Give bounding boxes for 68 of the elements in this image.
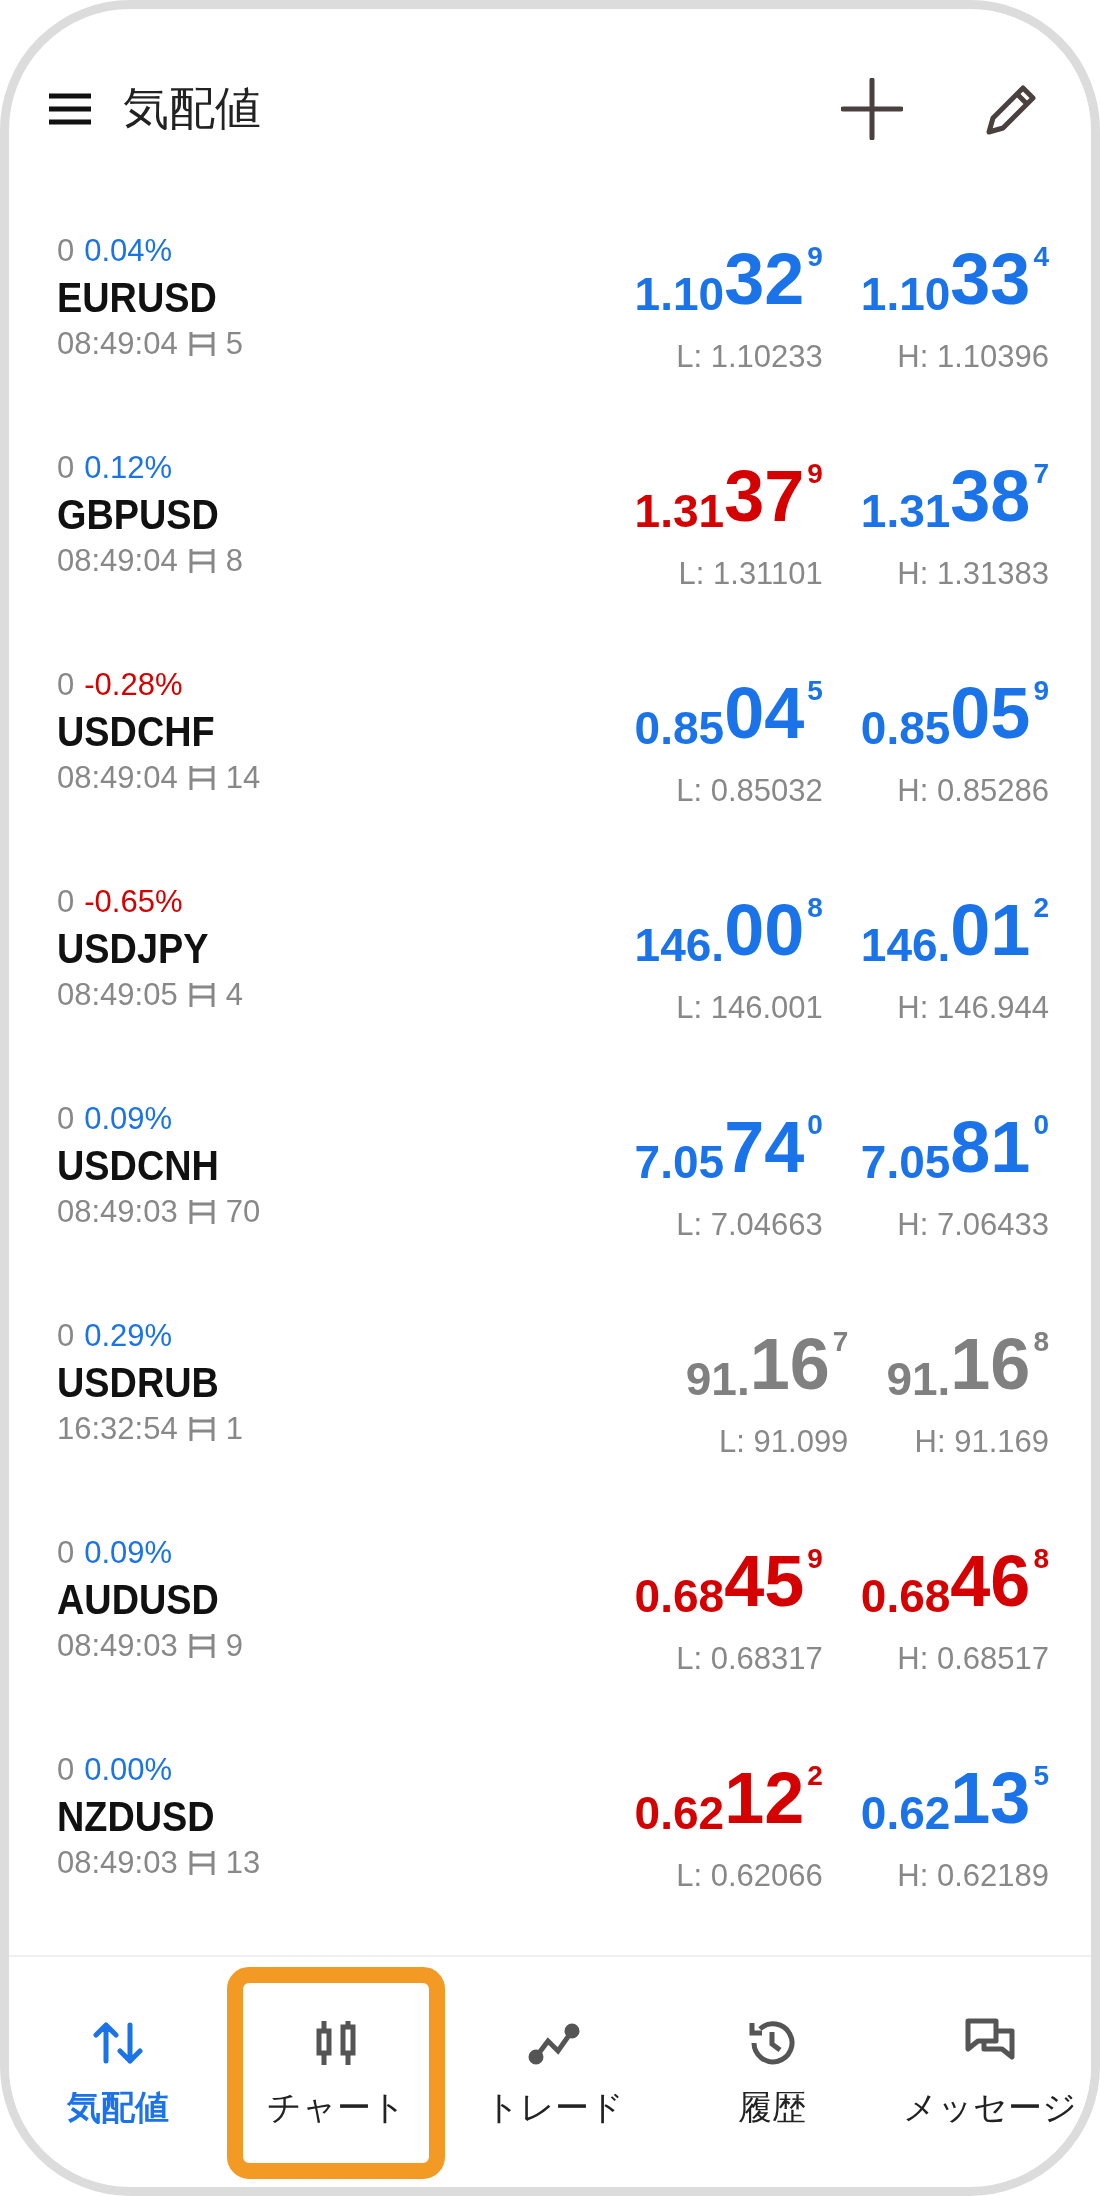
symbol-name: NZDUSD — [57, 1792, 216, 1841]
spread-value: 8 — [225, 543, 243, 579]
high-price: H: 0.68517 — [897, 1641, 1049, 1677]
quote-time: 08:49:03 — [57, 1194, 178, 1230]
quote-time: 08:49:04 — [57, 760, 178, 796]
change-percent: 0.09% — [84, 1535, 173, 1571]
change-percent: 0.09% — [84, 1101, 173, 1137]
add-icon[interactable] — [841, 78, 903, 140]
symbol-name: USDCHF — [57, 707, 216, 756]
spread-value: 5 — [225, 326, 243, 362]
high-price: H: 7.06433 — [897, 1207, 1049, 1243]
change-percent: -0.28% — [84, 667, 183, 703]
high-price: H: 91.169 — [914, 1424, 1049, 1460]
symbol-name: USDJPY — [57, 924, 210, 973]
screen-title: 気配値 — [123, 81, 262, 136]
change-value: 0 — [57, 233, 75, 269]
symbol-name: AUDUSD — [57, 1575, 220, 1624]
change-value: 0 — [57, 667, 75, 703]
low-price: L: 7.04663 — [676, 1207, 823, 1243]
change-value: 0 — [57, 450, 75, 486]
spread-value: 70 — [225, 1194, 261, 1230]
nav-tab[interactable]: チャート — [227, 1967, 445, 2179]
spread-icon — [187, 1848, 216, 1878]
spread-value: 4 — [225, 977, 243, 1013]
change-percent: 0.00% — [84, 1752, 173, 1788]
high-price: H: 1.31383 — [897, 556, 1049, 592]
low-price: L: 0.85032 — [676, 773, 823, 809]
spread-icon — [187, 980, 216, 1010]
change-value: 0 — [57, 1318, 75, 1354]
low-price: L: 1.31101 — [678, 556, 823, 592]
symbol-name: EURUSD — [57, 273, 218, 322]
high-price: H: 146.944 — [897, 990, 1049, 1026]
high-price: H: 1.10396 — [897, 339, 1049, 375]
high-price: H: 0.62189 — [897, 1858, 1049, 1894]
spread-icon — [187, 546, 216, 576]
change-percent: 0.12% — [84, 450, 173, 486]
change-value: 0 — [57, 1752, 75, 1788]
low-price: L: 91.099 — [719, 1424, 849, 1460]
change-percent: 0.04% — [84, 233, 173, 269]
symbol-name: USDCNH — [57, 1141, 220, 1190]
menu-icon[interactable] — [49, 93, 91, 125]
symbol-name: GBPUSD — [57, 490, 220, 539]
spread-value: 1 — [225, 1411, 243, 1447]
quote-time: 08:49:03 — [57, 1845, 178, 1881]
symbol-name: USDRUB — [57, 1358, 220, 1407]
high-price: H: 0.85286 — [897, 773, 1049, 809]
quote-time: 08:49:05 — [57, 977, 178, 1013]
low-price: L: 1.10233 — [676, 339, 823, 375]
change-percent: 0.29% — [84, 1318, 173, 1354]
spread-value: 9 — [225, 1628, 243, 1664]
low-price: L: 146.001 — [676, 990, 823, 1026]
change-value: 0 — [57, 884, 75, 920]
spread-value: 13 — [225, 1845, 261, 1881]
quote-time: 16:32:54 — [57, 1411, 178, 1447]
spread-icon — [187, 329, 216, 359]
spread-icon — [187, 1631, 216, 1661]
change-value: 0 — [57, 1101, 75, 1137]
quote-time: 08:49:04 — [57, 543, 178, 579]
spread-icon — [187, 1414, 216, 1444]
low-price: L: 0.68317 — [676, 1641, 823, 1677]
change-percent: -0.65% — [84, 884, 183, 920]
low-price: L: 0.62066 — [676, 1858, 823, 1894]
spread-icon — [187, 1197, 216, 1227]
change-value: 0 — [57, 1535, 75, 1571]
quote-time: 08:49:03 — [57, 1628, 178, 1664]
quote-time: 08:49:04 — [57, 326, 178, 362]
spread-icon — [187, 763, 216, 793]
spread-value: 14 — [225, 760, 261, 796]
